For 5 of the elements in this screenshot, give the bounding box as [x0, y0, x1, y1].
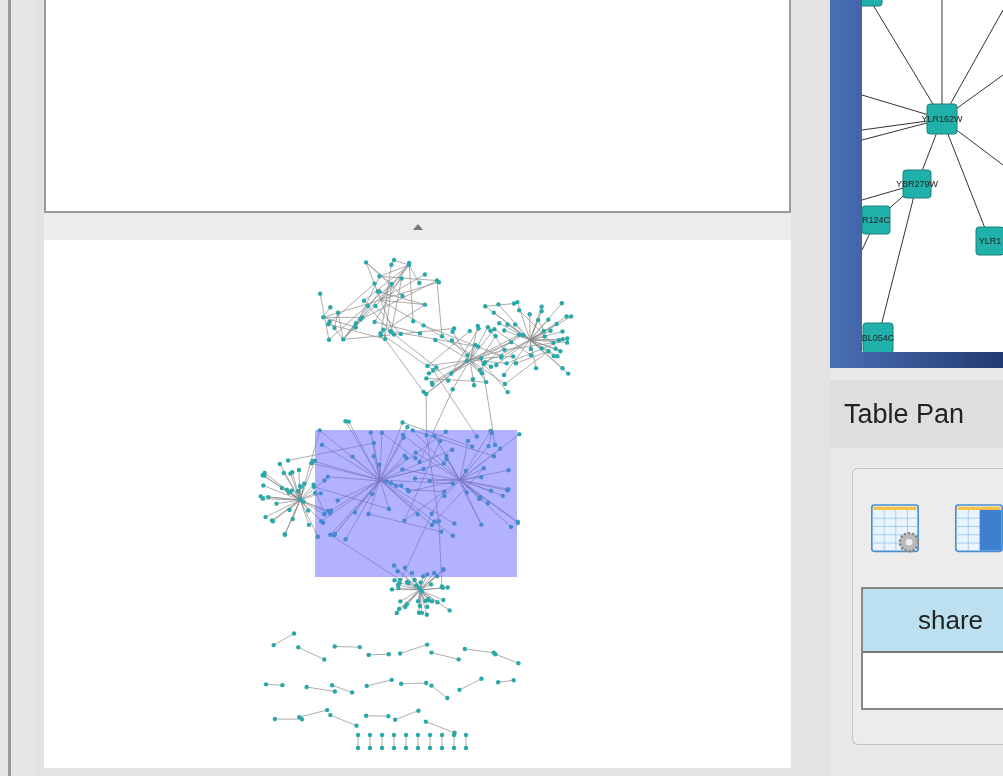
- node-label: R124C: [862, 215, 890, 225]
- column-header[interactable]: share: [863, 589, 1003, 653]
- node-label: YLR1: [978, 236, 1002, 246]
- split-handle-icon[interactable]: [411, 222, 424, 231]
- panel-title: Table Pan: [844, 397, 965, 431]
